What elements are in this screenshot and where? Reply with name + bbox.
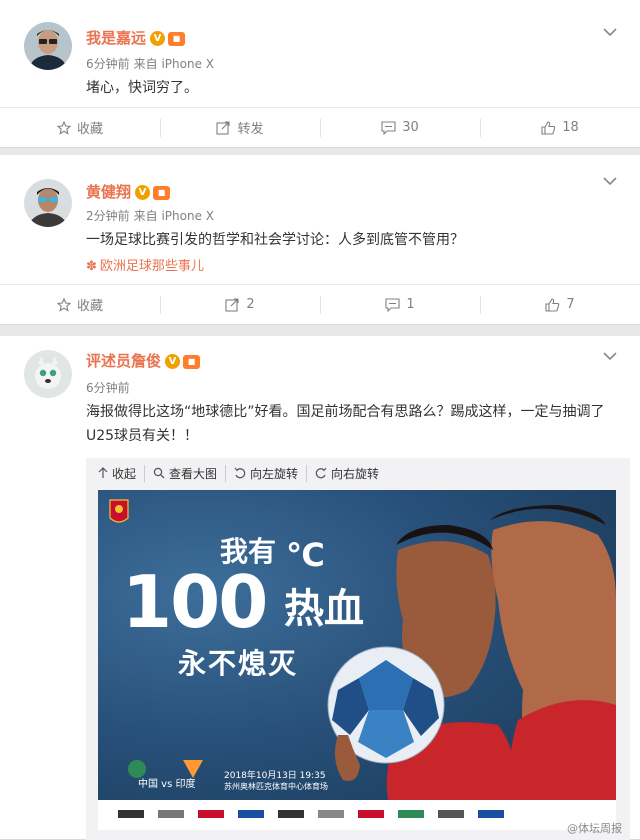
poster-match: 中国 vs 印度 <box>138 779 196 790</box>
rotate-left-button[interactable]: 向左旋转 <box>225 464 306 482</box>
comment-count: 1 <box>406 297 415 312</box>
post-text: 堵心，快词穷了。 <box>86 80 198 96</box>
poster-line3: 永不熄灭 <box>178 647 299 680</box>
favorite-button[interactable]: 收藏 <box>0 108 160 147</box>
poster-image[interactable]: 我有 ℃ 100 热血 永不熄灭 中国 vs 印度 2018年10月13日 19… <box>98 490 616 830</box>
topic-link[interactable]: ✽ 欧洲足球那些事儿 <box>86 255 204 274</box>
username[interactable]: 评述员詹俊 V ■ <box>86 350 201 371</box>
chevron-down-icon[interactable] <box>602 350 618 362</box>
post-meta: 6分钟前 <box>86 379 130 396</box>
post-text: 海报做得比这场“地球德比”好看。国足前场配合有思路么？踢成这样，一定与抽调了U2… <box>86 404 605 444</box>
media-toolbar: 收起 查看大图 向左旋转 向右旋转 <box>86 458 387 488</box>
verified-v-icon: V <box>150 31 166 46</box>
comment-count: 30 <box>402 120 419 135</box>
weibo-post-1: 我是嘉远 V ■ 6分钟前 来自 iPhone X 堵心，快词穷了。 收藏 转发 30… <box>0 0 640 148</box>
avatar[interactable] <box>24 179 72 227</box>
repost-label: 转发 <box>237 122 264 137</box>
favorite-label: 收藏 <box>76 299 103 314</box>
repost-icon <box>216 120 231 135</box>
poster-number: 100 <box>122 560 268 644</box>
rotate-left-icon <box>234 467 246 479</box>
action-bar: 收藏 转发 30 18 <box>0 107 640 147</box>
repost-button[interactable]: 转发 <box>160 108 320 147</box>
topic-flower-icon: ✽ <box>86 259 97 274</box>
verified-v-icon: V <box>165 354 181 369</box>
repost-button[interactable]: 2 <box>160 285 320 324</box>
like-count: 7 <box>566 297 575 312</box>
thumbs-up-icon <box>541 120 556 135</box>
thumbs-up-icon <box>545 297 560 312</box>
username[interactable]: 我是嘉远 V ■ <box>86 27 186 48</box>
star-icon <box>56 120 71 135</box>
comment-button[interactable]: 30 <box>320 108 480 147</box>
repost-count: 2 <box>246 297 255 312</box>
post-text: 一场足球比赛引发的哲学和社会学讨论：人多到底管不管用？ <box>86 232 464 248</box>
comment-icon <box>385 297 400 312</box>
avatar[interactable] <box>24 22 72 70</box>
poster-date: 2018年10月13日 19:35 <box>224 771 326 781</box>
image-watermark: @体坛周报 <box>567 822 622 835</box>
comment-button[interactable]: 1 <box>320 285 480 324</box>
username[interactable]: 黄健翔 V ■ <box>86 181 171 202</box>
poster-unit: ℃ <box>286 536 325 574</box>
post-time[interactable]: 6分钟前 <box>86 381 130 395</box>
post-source: 来自 iPhone X <box>133 209 214 223</box>
star-icon <box>56 297 71 312</box>
level-badge-icon: ■ <box>183 355 201 369</box>
rotate-right-button[interactable]: 向右旋转 <box>306 464 387 482</box>
favorite-button[interactable]: 收藏 <box>0 285 160 324</box>
weibo-post-2: 黄健翔 V ■ 2分钟前 来自 iPhone X 一场足球比赛引发的哲学和社会学讨论：… <box>0 155 640 325</box>
weibo-post-3: 评述员詹俊 V ■ 6分钟前 海报做得比这场“地球德比”好看。国足前场配合有思路么？… <box>0 336 640 840</box>
post-time[interactable]: 2分钟前 <box>86 209 130 223</box>
post-meta: 6分钟前 来自 iPhone X <box>86 55 214 72</box>
chevron-down-icon[interactable] <box>602 26 618 38</box>
view-large-button[interactable]: 查看大图 <box>144 464 225 482</box>
favorite-label: 收藏 <box>76 122 103 137</box>
avatar[interactable] <box>24 350 72 398</box>
like-count: 18 <box>562 120 579 135</box>
post-time[interactable]: 6分钟前 <box>86 57 130 71</box>
repost-icon <box>225 297 239 312</box>
poster-venue: 苏州奥林匹克体育中心体育场 <box>224 782 328 791</box>
collapse-button[interactable]: 收起 <box>90 465 144 482</box>
level-badge-icon: ■ <box>153 186 171 200</box>
chevron-down-icon[interactable] <box>602 175 618 187</box>
magnifier-icon <box>153 467 165 479</box>
arrow-up-icon <box>98 467 108 478</box>
comment-icon <box>381 120 396 135</box>
post-source: 来自 iPhone X <box>133 57 214 71</box>
like-button[interactable]: 18 <box>480 108 640 147</box>
media-viewer: 收起 查看大图 向左旋转 向右旋转 我有 ℃ 100 热血 永不熄灭 中国 vs… <box>86 458 630 840</box>
like-button[interactable]: 7 <box>480 285 640 324</box>
rotate-right-icon <box>315 467 327 479</box>
level-badge-icon: ■ <box>168 32 186 46</box>
action-bar: 收藏 2 1 7 <box>0 284 640 324</box>
post-meta: 2分钟前 来自 iPhone X <box>86 207 214 224</box>
verified-v-icon: V <box>135 185 151 200</box>
poster-line2: 热血 <box>284 586 364 632</box>
